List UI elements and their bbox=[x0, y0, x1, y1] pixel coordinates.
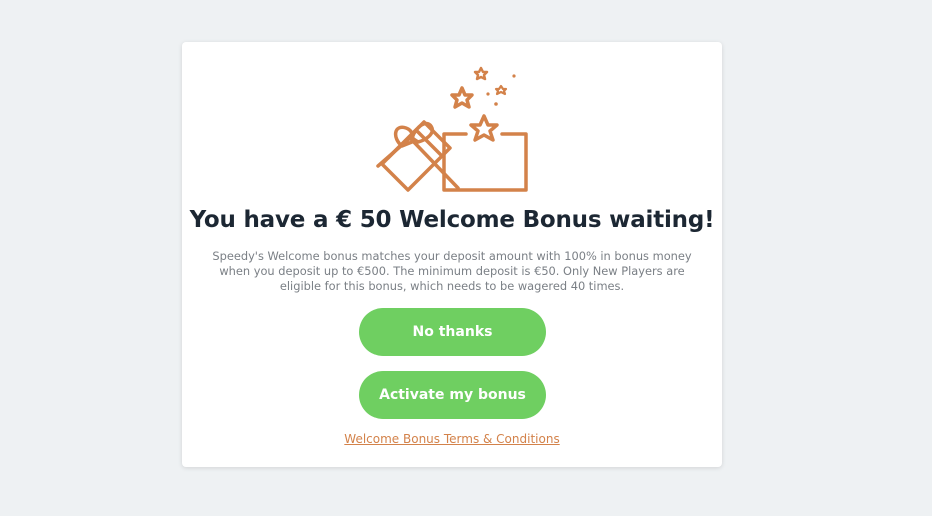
no-thanks-button[interactable]: No thanks bbox=[359, 308, 546, 356]
terms-conditions-link[interactable]: Welcome Bonus Terms & Conditions bbox=[182, 432, 722, 446]
activate-bonus-button[interactable]: Activate my bonus bbox=[359, 371, 546, 419]
bonus-description: Speedy's Welcome bonus matches your depo… bbox=[212, 249, 692, 293]
welcome-bonus-modal: You have a € 50 Welcome Bonus waiting! S… bbox=[182, 42, 722, 467]
gift-box-icon bbox=[376, 66, 528, 192]
modal-title: You have a € 50 Welcome Bonus waiting! bbox=[189, 207, 715, 233]
